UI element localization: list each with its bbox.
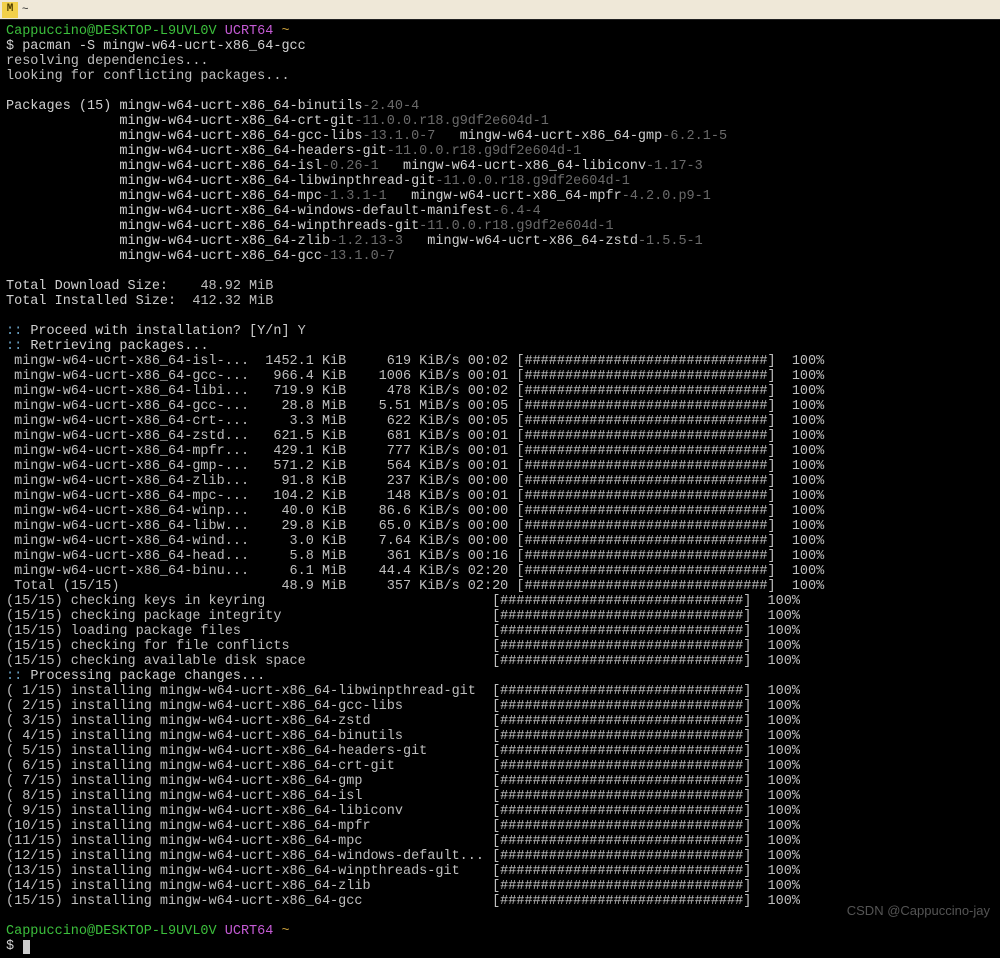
download-row: mingw-w64-ucrt-x86_64-head... 5.8 MiB 36… — [6, 549, 824, 564]
terminal-output[interactable]: Cappuccino@DESKTOP-L9UVL0V UCRT64 ~ $ pa… — [0, 20, 1000, 958]
packages-header: Packages (15) — [6, 99, 111, 114]
prompt-userhost: Cappuccino@DESKTOP-L9UVL0V — [6, 24, 217, 39]
proceed-ans: Y — [290, 324, 306, 339]
download-row: mingw-w64-ucrt-x86_64-gmp-... 571.2 KiB … — [6, 459, 824, 474]
proceed-msg: Proceed with installation? [Y/n] — [30, 324, 289, 339]
check-row: (15/15) checking available disk space [#… — [6, 654, 800, 669]
download-row: mingw-w64-ucrt-x86_64-zlib... 91.8 KiB 2… — [6, 474, 824, 489]
prompt-path: ~ — [281, 924, 289, 939]
download-row: mingw-w64-ucrt-x86_64-isl-... 1452.1 KiB… — [6, 354, 824, 369]
processing: Processing package changes... — [30, 669, 265, 684]
window-title: ~ — [22, 2, 28, 17]
download-row: mingw-w64-ucrt-x86_64-libi... 719.9 KiB … — [6, 384, 824, 399]
check-row: (15/15) checking package integrity [####… — [6, 609, 800, 624]
download-row: mingw-w64-ucrt-x86_64-libw... 29.8 KiB 6… — [6, 519, 824, 534]
install-row: (15/15) installing mingw-w64-ucrt-x86_64… — [6, 894, 800, 909]
check-row: (15/15) checking for file conflicts [###… — [6, 639, 800, 654]
install-row: ( 7/15) installing mingw-w64-ucrt-x86_64… — [6, 774, 800, 789]
titlebar[interactable]: M ~ — [0, 0, 1000, 20]
download-row: mingw-w64-ucrt-x86_64-mpc-... 104.2 KiB … — [6, 489, 824, 504]
retrieving: Retrieving packages... — [30, 339, 208, 354]
command-line: $ pacman -S mingw-w64-ucrt-x86_64-gcc — [6, 39, 306, 54]
install-row: ( 8/15) installing mingw-w64-ucrt-x86_64… — [6, 789, 800, 804]
install-row: (11/15) installing mingw-w64-ucrt-x86_64… — [6, 834, 800, 849]
prompt-input[interactable]: $ — [6, 939, 22, 954]
install-size-lbl: Total Installed Size: — [6, 294, 176, 309]
watermark: CSDN @Cappuccino-jay — [847, 903, 990, 918]
install-row: ( 3/15) installing mingw-w64-ucrt-x86_64… — [6, 714, 800, 729]
status-resolving: resolving dependencies... — [6, 54, 209, 69]
download-row: mingw-w64-ucrt-x86_64-gcc-... 966.4 KiB … — [6, 369, 824, 384]
download-row: mingw-w64-ucrt-x86_64-crt-... 3.3 MiB 62… — [6, 414, 824, 429]
download-row: mingw-w64-ucrt-x86_64-wind... 3.0 KiB 7.… — [6, 534, 824, 549]
download-row: mingw-w64-ucrt-x86_64-zstd... 621.5 KiB … — [6, 429, 824, 444]
download-row: mingw-w64-ucrt-x86_64-mpfr... 429.1 KiB … — [6, 444, 824, 459]
download-row: mingw-w64-ucrt-x86_64-winp... 40.0 KiB 8… — [6, 504, 824, 519]
cursor — [23, 940, 30, 954]
prompt-path: ~ — [281, 24, 289, 39]
status-conflict: looking for conflicting packages... — [6, 69, 290, 84]
install-size-val: 412.32 MiB — [192, 294, 273, 309]
download-size-val: 48.92 MiB — [200, 279, 273, 294]
prompt-env: UCRT64 — [225, 24, 274, 39]
download-row: mingw-w64-ucrt-x86_64-gcc-... 28.8 MiB 5… — [6, 399, 824, 414]
prompt-userhost: Cappuccino@DESKTOP-L9UVL0V — [6, 924, 217, 939]
download-row: Total (15/15) 48.9 MiB 357 KiB/s 02:20 [… — [6, 579, 824, 594]
check-row: (15/15) checking keys in keyring [######… — [6, 594, 800, 609]
install-row: ( 5/15) installing mingw-w64-ucrt-x86_64… — [6, 744, 800, 759]
check-row: (15/15) loading package files [#########… — [6, 624, 800, 639]
install-row: ( 6/15) installing mingw-w64-ucrt-x86_64… — [6, 759, 800, 774]
install-row: (14/15) installing mingw-w64-ucrt-x86_64… — [6, 879, 800, 894]
install-row: ( 9/15) installing mingw-w64-ucrt-x86_64… — [6, 804, 800, 819]
download-size-lbl: Total Download Size: — [6, 279, 168, 294]
install-row: (10/15) installing mingw-w64-ucrt-x86_64… — [6, 819, 800, 834]
install-row: ( 1/15) installing mingw-w64-ucrt-x86_64… — [6, 684, 800, 699]
msys2-icon: M — [2, 2, 18, 18]
download-row: mingw-w64-ucrt-x86_64-binu... 6.1 MiB 44… — [6, 564, 824, 579]
install-row: (13/15) installing mingw-w64-ucrt-x86_64… — [6, 864, 800, 879]
install-row: ( 4/15) installing mingw-w64-ucrt-x86_64… — [6, 729, 800, 744]
install-row: ( 2/15) installing mingw-w64-ucrt-x86_64… — [6, 699, 800, 714]
install-row: (12/15) installing mingw-w64-ucrt-x86_64… — [6, 849, 800, 864]
prompt-env: UCRT64 — [225, 924, 274, 939]
